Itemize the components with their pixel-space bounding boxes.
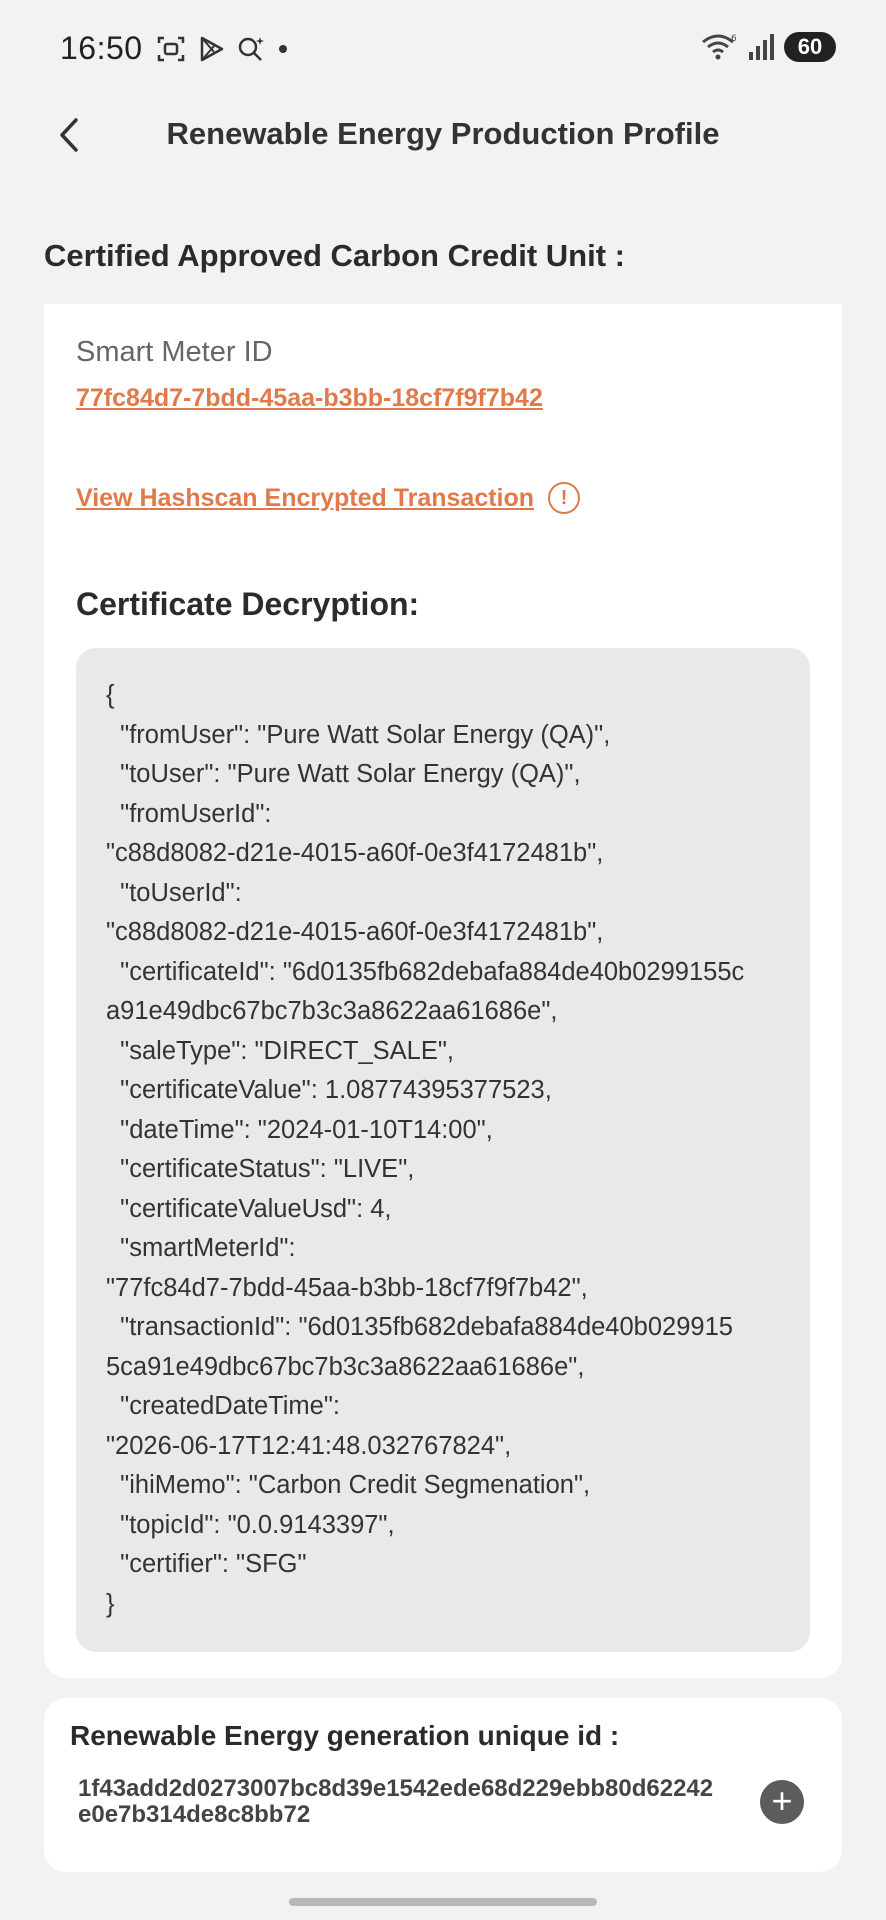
json-line: "createdDateTime": (106, 1392, 340, 1420)
json-line: "c88d8082-d21e-4015-a60f-0e3f4172481b", (106, 839, 604, 867)
generation-id-value: 1f43add2d0273007bc8d39e1542ede68d229ebb8… (78, 1775, 714, 1828)
json-line: "certificateValue": 1.08774395377523, (106, 1076, 552, 1104)
status-system-icons: 6 60 (700, 32, 844, 62)
plus-icon[interactable]: + (760, 1780, 804, 1824)
json-line: 5ca91e49dbc67bc7b3c3a8622aa61686e", (106, 1352, 585, 1381)
json-line: "certificateStatus": "LIVE", (106, 1155, 415, 1183)
json-line: "ihiMemo": "Carbon Credit Segmenation", (106, 1471, 591, 1499)
battery-icon: 60 (784, 32, 844, 62)
hashscan-transaction-link[interactable]: View Hashscan Encrypted Transaction (76, 484, 534, 513)
play-store-icon (200, 36, 224, 62)
json-line: "dateTime": "2024-01-10T14:00", (106, 1115, 493, 1144)
json-line: "topicId": "0.0.9143397", (106, 1510, 395, 1539)
json-line: a91e49dbc67bc7b3c3a8622aa61686e", (106, 997, 558, 1025)
json-line: "77fc84d7-7bdd-45aa-b3bb-18cf7f9f7b42", (106, 1273, 588, 1302)
json-line: "transactionId": "6d0135fb682debafa884de… (106, 1313, 733, 1341)
app-header: Renewable Energy Production Profile (0, 100, 886, 170)
home-indicator[interactable] (289, 1898, 597, 1906)
svg-text:6: 6 (731, 34, 737, 44)
section-title: Certified Approved Carbon Credit Unit : (44, 238, 625, 273)
status-notification-icons (156, 34, 290, 64)
json-line: "2026-06-17T12:41:48.032767824", (106, 1431, 512, 1460)
carbon-credit-card: Smart Meter ID 77fc84d7-7bdd-45aa-b3bb-1… (44, 304, 842, 1678)
signal-icon (749, 34, 774, 60)
search-sparkle-icon (238, 37, 264, 61)
smart-meter-id-link[interactable]: 77fc84d7-7bdd-45aa-b3bb-18cf7f9f7b42 (76, 384, 543, 413)
certificate-json-box: { "fromUser": "Pure Watt Solar Energy (Q… (76, 648, 810, 1652)
certificate-decryption-title: Certificate Decryption: (76, 586, 420, 622)
screenshot-icon (157, 36, 185, 62)
json-line: "saleType": "DIRECT_SALE", (106, 1036, 454, 1065)
json-line: "certificateValueUsd": 4, (106, 1194, 392, 1223)
json-line: "c88d8082-d21e-4015-a60f-0e3f4172481b", (106, 918, 604, 946)
json-line: "fromUserId": (106, 799, 272, 828)
info-icon[interactable]: ! (548, 482, 581, 514)
hashscan-row: View Hashscan Encrypted Transaction ! (76, 482, 581, 514)
status-time: 16:50 (60, 30, 143, 66)
screen: 16:50 6 60 Renewable Energy Production P… (0, 0, 886, 1920)
smart-meter-label: Smart Meter ID (76, 336, 273, 368)
json-line: "toUserId": (106, 878, 242, 907)
json-line: "toUser": "Pure Watt Solar Energy (QA)", (106, 760, 581, 788)
json-line: "certifier": "SFG" (106, 1550, 307, 1578)
page-title: Renewable Energy Production Profile (166, 116, 720, 151)
status-bar: 16:50 6 60 (0, 22, 886, 74)
json-line: "fromUser": "Pure Watt Solar Energy (QA)… (106, 720, 611, 749)
json-line: "smartMeterId": (106, 1234, 296, 1262)
wifi-icon: 6 (702, 34, 737, 60)
json-line: } (106, 1589, 115, 1618)
generation-id-card: Renewable Energy generation unique id : … (44, 1698, 842, 1872)
generation-id-title: Renewable Energy generation unique id : (70, 1720, 620, 1751)
json-line: { (106, 681, 115, 709)
dot-icon (279, 45, 287, 53)
json-line: "certificateId": "6d0135fb682debafa884de… (106, 957, 745, 986)
